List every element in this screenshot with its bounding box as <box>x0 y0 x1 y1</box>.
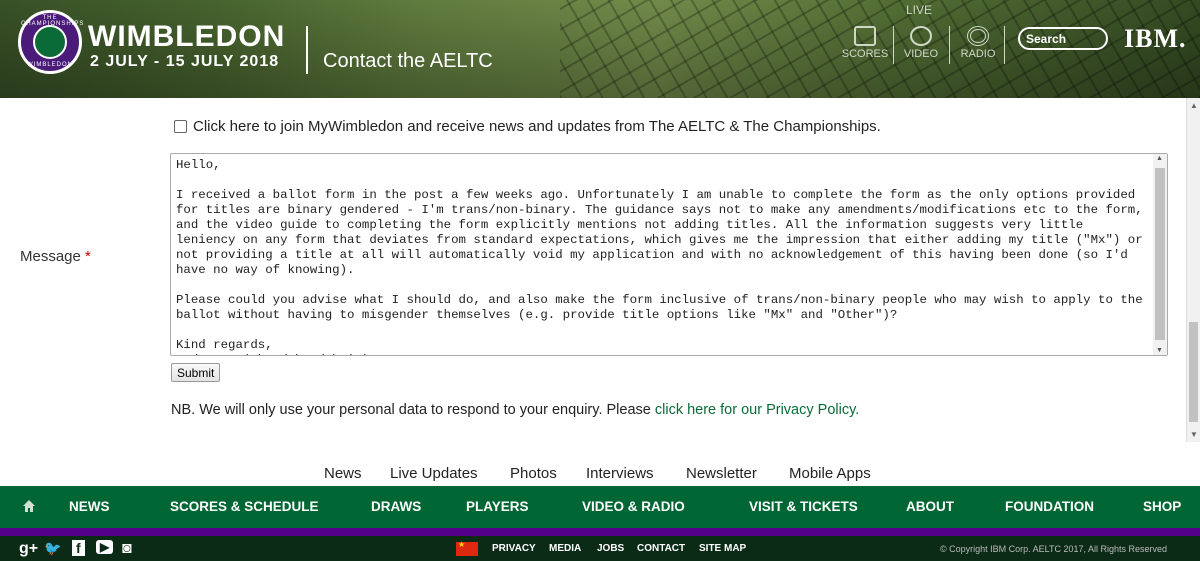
page-title: Contact the AELTC <box>323 50 493 72</box>
nav-news[interactable]: NEWS <box>69 499 110 514</box>
mywimbledon-opt-in[interactable]: Click here to join MyWimbledon and recei… <box>174 118 881 135</box>
opt-in-checkbox[interactable] <box>174 120 187 133</box>
message-textarea[interactable]: Hello, I received a ballot form in the p… <box>170 153 1168 356</box>
nav-video-label: VIDEO <box>903 48 939 60</box>
wimbledon-logo[interactable]: THE CHAMPIONSHIPS WIMBLEDON <box>18 10 83 74</box>
footer-link-photos[interactable]: Photos <box>510 465 557 482</box>
nav-players[interactable]: PLAYERS <box>466 499 529 514</box>
required-marker: * <box>85 248 91 265</box>
privacy-notice-text: NB. We will only use your personal data … <box>171 402 655 418</box>
google-plus-icon[interactable]: g+ <box>19 540 38 558</box>
nav-video-radio[interactable]: VIDEO & RADIO <box>582 499 685 514</box>
footer-link-newsletter[interactable]: Newsletter <box>686 465 757 482</box>
brand-name[interactable]: WIMBLEDON <box>88 20 285 54</box>
submit-button[interactable]: Submit <box>171 363 221 382</box>
nav-scores[interactable]: SCORES <box>840 20 890 60</box>
scores-icon <box>854 26 876 46</box>
video-icon <box>910 26 932 46</box>
footer-link-mobile-apps[interactable]: Mobile Apps <box>789 465 871 482</box>
twitter-icon[interactable]: 🐦 <box>44 540 61 557</box>
header-divider <box>306 26 308 74</box>
youtube-icon[interactable]: ▶ <box>96 540 114 554</box>
header-nav-separator <box>1004 26 1005 64</box>
page-scrollbar[interactable]: ▲ ▼ <box>1186 98 1200 442</box>
home-icon[interactable] <box>22 499 36 513</box>
footer-link-interviews[interactable]: Interviews <box>586 465 654 482</box>
footer-link-news[interactable]: News <box>324 465 362 482</box>
scroll-up-arrow-icon[interactable]: ▲ <box>1190 101 1198 110</box>
footer-jobs-link[interactable]: JOBS <box>597 543 624 554</box>
textarea-scrollbar-thumb[interactable] <box>1155 168 1165 340</box>
privacy-notice: NB. We will only use your personal data … <box>171 402 859 418</box>
opt-in-label: Click here to join MyWimbledon and recei… <box>193 118 881 135</box>
china-flag-icon[interactable] <box>456 540 478 556</box>
header-nav-separator <box>893 26 894 64</box>
textarea-scroll-down-icon[interactable]: ▼ <box>1156 347 1163 354</box>
header-nav-separator <box>949 26 950 64</box>
main-navigation: NEWS SCORES & SCHEDULE DRAWS PLAYERS VID… <box>0 486 1200 528</box>
nav-shop[interactable]: SHOP <box>1143 499 1181 514</box>
instagram-icon[interactable]: ◙ <box>122 540 132 558</box>
nav-video[interactable]: VIDEO <box>896 20 946 60</box>
message-label: Message * <box>20 248 91 265</box>
privacy-policy-link[interactable]: click here for our Privacy Policy. <box>655 402 859 418</box>
page-scrollbar-thumb[interactable] <box>1189 322 1198 422</box>
footer-link-live-updates[interactable]: Live Updates <box>390 465 478 482</box>
nav-scores-label: SCORES <box>841 48 889 60</box>
nav-visit-tickets[interactable]: VISIT & TICKETS <box>749 499 858 514</box>
footer-contact-link[interactable]: CONTACT <box>637 543 685 554</box>
search-input[interactable]: Search <box>1018 27 1108 50</box>
nav-foundation[interactable]: FOUNDATION <box>1005 499 1094 514</box>
radio-icon <box>967 26 989 46</box>
message-textarea-scrollbar[interactable]: ▲ ▼ <box>1153 154 1167 355</box>
ibm-logo[interactable]: IBM. <box>1124 24 1187 54</box>
footer-media-link[interactable]: MEDIA <box>549 543 581 554</box>
site-header: THE CHAMPIONSHIPS WIMBLEDON WIMBLEDON 2 … <box>0 0 1200 98</box>
nav-radio-label: RADIO <box>960 48 996 60</box>
scroll-down-arrow-icon[interactable]: ▼ <box>1190 430 1198 439</box>
nav-about[interactable]: ABOUT <box>906 499 954 514</box>
copyright-text: © Copyright IBM Corp. AELTC 2017, All Ri… <box>940 544 1168 554</box>
nav-scores-schedule[interactable]: SCORES & SCHEDULE <box>170 499 319 514</box>
footer-privacy-link[interactable]: PRIVACY <box>492 543 536 554</box>
tournament-dates: 2 JULY - 15 JULY 2018 <box>90 53 280 70</box>
facebook-icon[interactable]: f <box>72 540 85 556</box>
nav-radio[interactable]: RADIO <box>953 20 1003 60</box>
footer-sitemap-link[interactable]: SITE MAP <box>699 543 746 554</box>
footer-links: News Live Updates Photos Interviews News… <box>0 465 1200 485</box>
live-label: LIVE <box>906 3 933 17</box>
nav-draws[interactable]: DRAWS <box>371 499 421 514</box>
purple-stripe <box>0 528 1200 536</box>
textarea-scroll-up-icon[interactable]: ▲ <box>1156 155 1163 162</box>
message-label-text: Message <box>20 248 81 265</box>
logo-crossed-rackets-icon <box>33 25 67 59</box>
logo-bottom-text: WIMBLEDON <box>26 62 73 68</box>
